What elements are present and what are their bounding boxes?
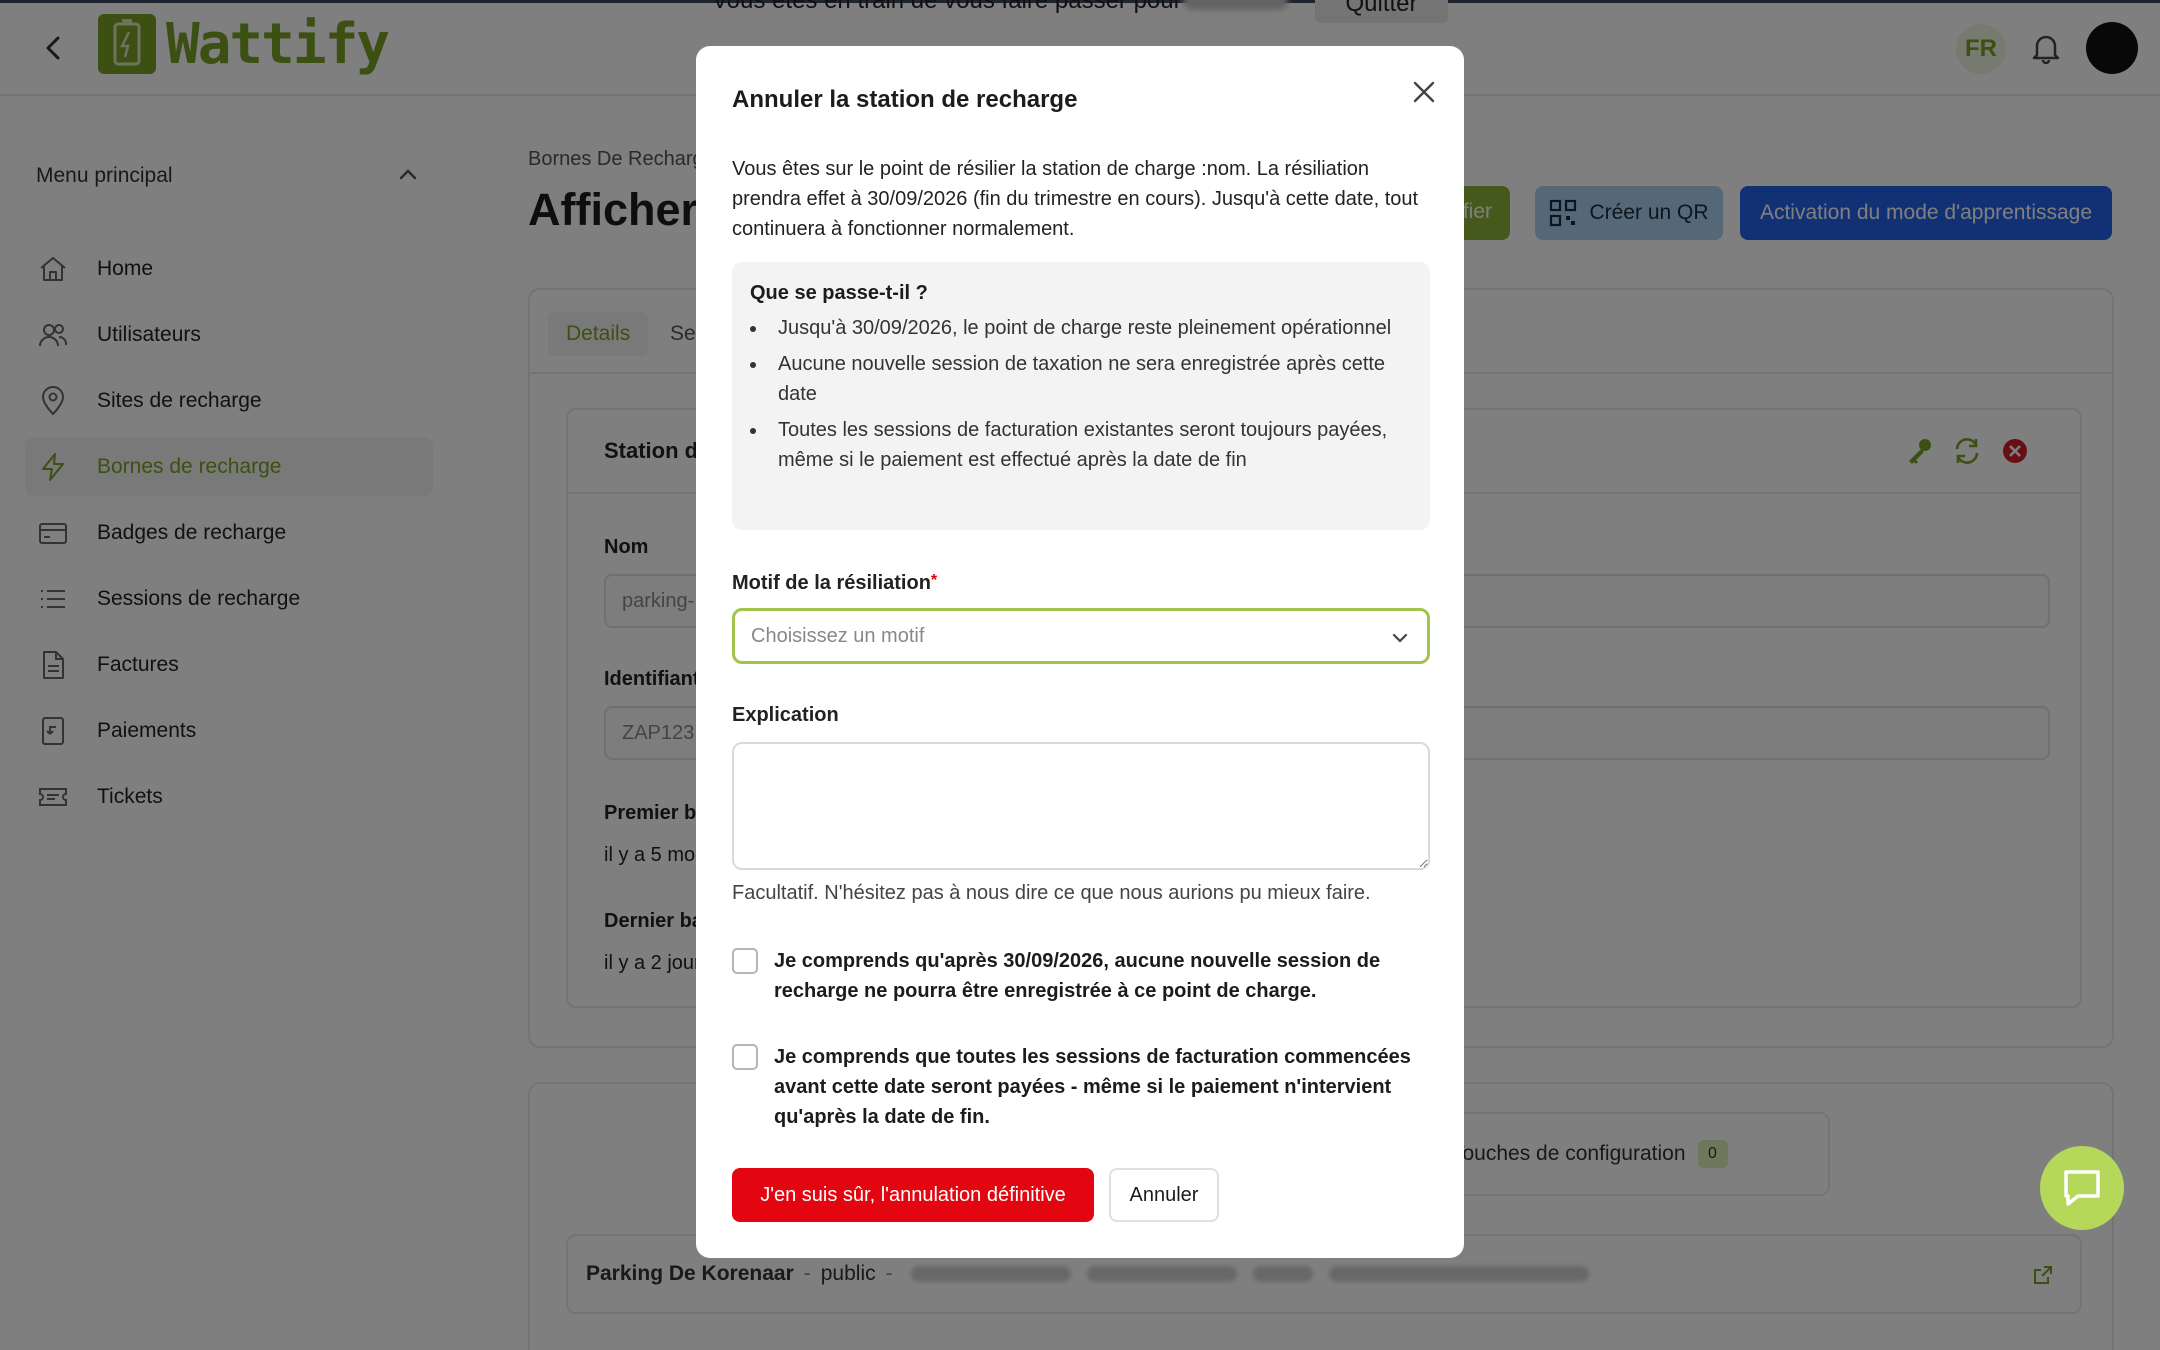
cancel-button[interactable]: Annuler: [1109, 1168, 1219, 1222]
explanation-help-text: Facultatif. N'hésitez pas à nous dire ce…: [732, 882, 1371, 904]
info-box-title: Que se passe-t-il ?: [750, 282, 928, 304]
modal-title: Annuler la station de recharge: [732, 86, 1078, 113]
cancel-station-modal: Annuler la station de recharge Vous êtes…: [696, 46, 1464, 1258]
reason-label-text: Motif de la résiliation: [732, 572, 931, 594]
explanation-label: Explication: [732, 704, 839, 726]
required-marker: *: [930, 572, 938, 589]
acknowledge-checkbox-1[interactable]: Je comprends qu'après 30/09/2026, aucune…: [732, 946, 1432, 1006]
reason-select[interactable]: Choisissez un motif: [732, 608, 1430, 664]
checkbox-label: Je comprends que toutes les sessions de …: [774, 1046, 1411, 1128]
info-item: Toutes les sessions de facturation exist…: [768, 415, 1412, 475]
info-box: Que se passe-t-il ? Jusqu'à 30/09/2026, …: [732, 262, 1430, 530]
chevron-down-icon: [1392, 633, 1408, 643]
close-icon[interactable]: [1406, 74, 1442, 110]
explanation-textarea[interactable]: [732, 742, 1430, 870]
info-item: Jusqu'à 30/09/2026, le point de charge r…: [768, 313, 1412, 343]
info-list: Jusqu'à 30/09/2026, le point de charge r…: [768, 313, 1412, 475]
reason-label: Motif de la résiliation*: [732, 572, 937, 595]
reason-select-placeholder: Choisissez un motif: [751, 625, 925, 647]
chat-bubble-icon: [2064, 1170, 2100, 1206]
checkbox-label: Je comprends qu'après 30/09/2026, aucune…: [774, 950, 1381, 1002]
checkbox[interactable]: [732, 948, 758, 974]
checkbox[interactable]: [732, 1044, 758, 1070]
confirm-cancellation-button[interactable]: J'en suis sûr, l'annulation définitive: [732, 1168, 1094, 1222]
info-item: Aucune nouvelle session de taxation ne s…: [768, 349, 1412, 409]
acknowledge-checkbox-2[interactable]: Je comprends que toutes les sessions de …: [732, 1042, 1432, 1132]
modal-intro-text: Vous êtes sur le point de résilier la st…: [732, 158, 1419, 240]
chat-button[interactable]: [2040, 1146, 2124, 1230]
